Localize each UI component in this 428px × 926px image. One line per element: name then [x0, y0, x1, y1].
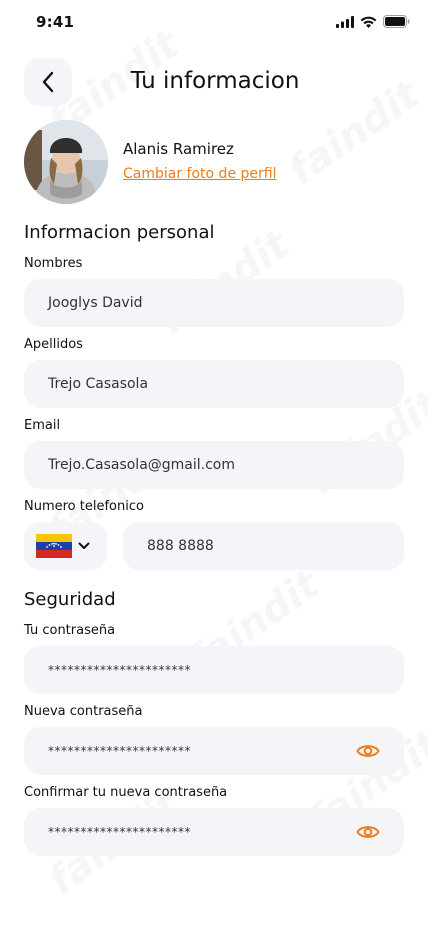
toggle-confirm-password-visibility[interactable] [356, 820, 380, 844]
status-icons [336, 15, 410, 28]
status-bar: 9:41 [0, 0, 428, 46]
eye-icon [356, 745, 380, 757]
new-password-label: Nueva contraseña [24, 704, 143, 719]
phone-value: 888 8888 [147, 538, 214, 554]
profile-info-screen: faindit faindit faindit faindit faindit … [0, 0, 428, 926]
security-title: Seguridad [24, 589, 116, 610]
email-field[interactable]: Trejo.Casasola@gmail.com [24, 441, 404, 489]
last-name-field[interactable]: Trejo Casasola [24, 360, 404, 408]
change-photo-link[interactable]: Cambiar foto de perfil [123, 166, 276, 182]
toggle-new-password-visibility[interactable] [356, 739, 380, 763]
phone-label: Numero telefonico [24, 499, 144, 514]
country-code-picker[interactable] [24, 522, 107, 570]
signal-icon [336, 15, 354, 28]
venezuela-flag-icon [36, 534, 72, 558]
page-title: Tu informacion [130, 68, 300, 94]
new-password-field[interactable]: ********************** [24, 727, 404, 775]
eye-icon [356, 826, 380, 838]
confirm-password-value: ********************** [48, 825, 191, 839]
phone-field[interactable]: 888 8888 [123, 522, 404, 570]
last-name-value: Trejo Casasola [48, 376, 149, 392]
new-password-value: ********************** [48, 744, 191, 758]
battery-icon [383, 15, 410, 28]
last-name-label: Apellidos [24, 337, 83, 352]
chevron-down-icon [78, 542, 90, 549]
status-time: 9:41 [36, 13, 75, 31]
profile-photo [24, 120, 108, 204]
avatar[interactable] [24, 120, 108, 204]
confirm-password-label: Confirmar tu nueva contraseña [24, 785, 228, 800]
personal-info-title: Informacion personal [24, 222, 215, 243]
email-label: Email [24, 418, 61, 433]
current-password-value: ********************** [48, 663, 191, 677]
current-password-label: Tu contraseña [24, 623, 116, 638]
confirm-password-field[interactable]: ********************** [24, 808, 404, 856]
current-password-field[interactable]: ********************** [24, 646, 404, 694]
profile-name: Alanis Ramirez [123, 140, 234, 158]
email-value: Trejo.Casasola@gmail.com [48, 457, 236, 473]
wifi-icon [360, 16, 377, 28]
first-name-field[interactable]: Jooglys David [24, 279, 404, 327]
first-name-label: Nombres [24, 256, 83, 271]
first-name-value: Jooglys David [48, 295, 143, 311]
